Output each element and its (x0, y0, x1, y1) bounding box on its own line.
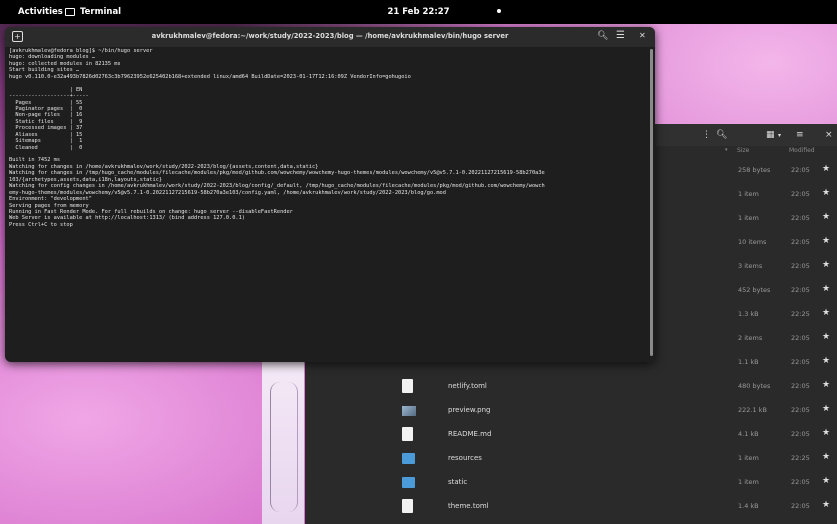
star-icon[interactable]: ★ (822, 236, 830, 246)
file-size: 480 bytes (738, 382, 771, 390)
file-row[interactable]: netlify.toml 480 bytes 22:05 ★ (305, 375, 837, 399)
close-icon[interactable]: × (825, 130, 833, 140)
more-options-icon[interactable]: ⋮ (702, 130, 711, 140)
file-size: 1.4 kB (738, 502, 759, 510)
file-name: netlify.toml (448, 382, 487, 390)
star-icon[interactable]: ★ (822, 452, 830, 462)
star-icon[interactable]: ★ (822, 212, 830, 222)
file-modified: 22:05 (791, 478, 810, 486)
file-name: static (448, 478, 468, 486)
file-modified: 22:05 (791, 238, 810, 246)
terminal-output[interactable]: [avkrukhmalev@fedora blog]$ ~/bin/hugo s… (9, 48, 649, 358)
file-manager-header-bar: ⋮ 🔍︎ ▦ ▾ ≡ × (650, 124, 837, 146)
star-icon[interactable]: ★ (822, 476, 830, 486)
search-icon[interactable]: 🔍︎ (597, 31, 608, 41)
file-row[interactable]: theme.toml 1.4 kB 22:05 ★ (305, 495, 837, 519)
top-bar: Activities Terminal 21 Feb 22:27 (0, 0, 837, 24)
star-icon[interactable]: ★ (822, 188, 830, 198)
file-size: 10 items (738, 238, 767, 246)
file-row[interactable]: README.md 4.1 kB 22:05 ★ (305, 423, 837, 447)
star-icon[interactable]: ★ (822, 404, 830, 414)
search-icon[interactable]: 🔍︎ (716, 130, 727, 140)
terminal-line: Press Ctrl+C to stop (9, 221, 73, 228)
wallpaper-sketch-art (262, 362, 304, 524)
column-header-modified[interactable]: Modified (789, 147, 815, 154)
file-name: README.md (448, 430, 492, 438)
file-size: 3 items (738, 262, 763, 270)
column-header-size[interactable]: Size (737, 147, 749, 154)
scrollbar-thumb[interactable] (650, 49, 653, 356)
clock[interactable]: 21 Feb 22:27 (0, 7, 837, 17)
image-file-icon (402, 406, 416, 416)
file-row[interactable]: resources 1 item 22:25 ★ (305, 447, 837, 471)
folder-icon (402, 453, 415, 464)
file-size: 1 item (738, 190, 759, 198)
close-icon[interactable]: ✕ (639, 31, 646, 40)
file-name: theme.toml (448, 502, 489, 510)
star-icon[interactable]: ★ (822, 284, 830, 294)
list-menu-icon[interactable]: ≡ (796, 130, 804, 140)
file-modified: 22:05 (791, 262, 810, 270)
file-size: 1 item (738, 214, 759, 222)
file-size: 222.1 kB (738, 406, 767, 414)
file-modified: 22:05 (791, 430, 810, 438)
file-size: 1 item (738, 478, 759, 486)
file-size: 1.3 kB (738, 310, 759, 318)
document-icon (402, 499, 413, 513)
file-modified: 22:05 (791, 166, 810, 174)
folder-icon (402, 477, 415, 488)
terminal-scrollbar[interactable] (650, 49, 653, 356)
file-name: resources (448, 454, 482, 462)
file-size: 2 items (738, 334, 763, 342)
file-size: 4.1 kB (738, 430, 759, 438)
file-size: 258 bytes (738, 166, 771, 174)
file-modified: 22:05 (791, 286, 810, 294)
file-row[interactable]: preview.png 222.1 kB 22:05 ★ (305, 399, 837, 423)
terminal-title: avkrukhmalev@fedora:~/work/study/2022-20… (151, 32, 509, 40)
star-icon[interactable]: ★ (822, 428, 830, 438)
file-modified: 22:05 (791, 382, 810, 390)
file-size: 452 bytes (738, 286, 771, 294)
file-name: preview.png (448, 406, 491, 414)
file-modified: 22:05 (791, 214, 810, 222)
terminal-window[interactable]: + avkrukhmalev@fedora:~/work/study/2022-… (5, 27, 655, 362)
star-icon[interactable]: ★ (822, 164, 830, 174)
notification-dot-icon (497, 9, 501, 13)
star-icon[interactable]: ★ (822, 356, 830, 366)
document-icon (402, 379, 413, 393)
star-icon[interactable]: ★ (822, 308, 830, 318)
document-icon (402, 427, 413, 441)
file-modified: 22:25 (791, 454, 810, 462)
terminal-header-bar[interactable]: + avkrukhmalev@fedora:~/work/study/2022-… (5, 27, 655, 47)
grid-view-icon[interactable]: ▦ (766, 130, 775, 140)
file-modified: 22:05 (791, 406, 810, 414)
star-icon[interactable]: ★ (822, 260, 830, 270)
hamburger-menu-icon[interactable]: ☰ (616, 30, 625, 41)
file-size: 1.1 kB (738, 358, 759, 366)
file-row[interactable]: static 1 item 22:05 ★ (305, 471, 837, 495)
file-modified: 22:05 (791, 334, 810, 342)
sort-indicator-icon: ▾ (725, 147, 728, 153)
star-icon[interactable]: ★ (822, 332, 830, 342)
file-modified: 22:05 (791, 190, 810, 198)
file-modified: 22:05 (791, 502, 810, 510)
file-modified: 22:05 (791, 358, 810, 366)
chevron-down-icon[interactable]: ▾ (778, 132, 781, 139)
file-size: 1 item (738, 454, 759, 462)
star-icon[interactable]: ★ (822, 500, 830, 510)
file-modified: 22:25 (791, 310, 810, 318)
star-icon[interactable]: ★ (822, 380, 830, 390)
